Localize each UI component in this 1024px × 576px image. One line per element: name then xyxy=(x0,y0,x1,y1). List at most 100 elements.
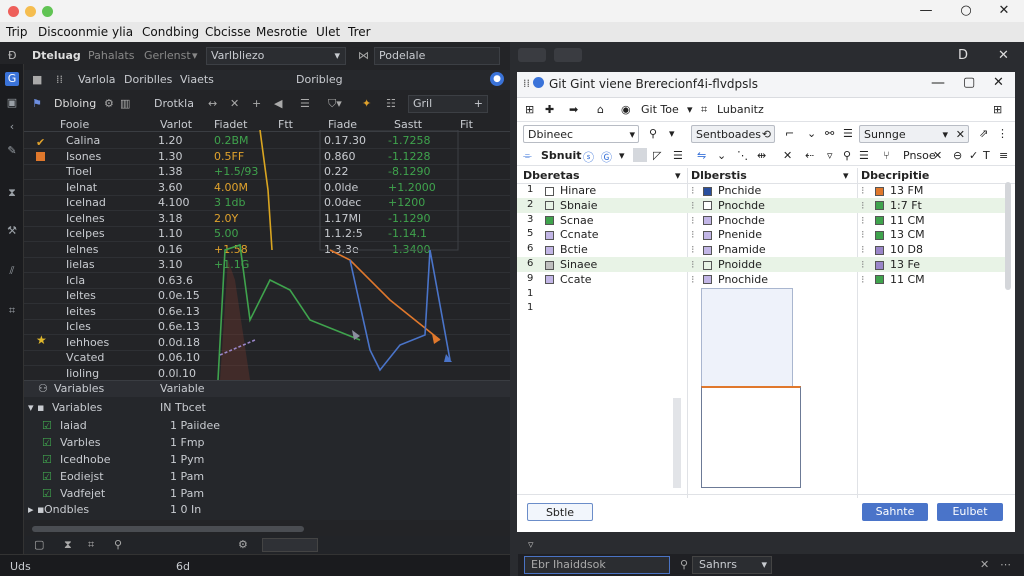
search-icon[interactable]: ⚲ xyxy=(680,558,688,571)
list-item[interactable]: Ccate xyxy=(545,273,592,286)
config-dropdown[interactable]: Varlbliezo ▾ xyxy=(206,47,346,65)
sort-dropdown[interactable]: Sunnge ▾ ✕ xyxy=(859,125,969,143)
arrow-left-icon[interactable]: ◀ xyxy=(274,97,282,110)
grid-icon[interactable]: ⊞ xyxy=(993,103,1002,116)
toolbar-label[interactable]: Pnsoe xyxy=(903,149,936,162)
toolbar-item[interactable]: Doriblles xyxy=(124,73,172,86)
branch-dropdown[interactable]: Dbineec ▾ xyxy=(523,125,639,143)
pin-icon[interactable]: ⚲ xyxy=(843,149,851,162)
drag-handle-icon[interactable]: ⁝ xyxy=(691,214,695,227)
list-item[interactable]: Sinaee xyxy=(545,258,597,271)
chevron-right-icon[interactable]: ▸ ▪ xyxy=(28,503,44,516)
menu-item[interactable]: Trer xyxy=(348,25,371,39)
list-item[interactable]: Bctie xyxy=(545,243,588,256)
column-header[interactable]: Dberetas xyxy=(523,169,580,182)
variable-name[interactable]: Varbles xyxy=(60,436,100,449)
files-icon[interactable]: ▣ xyxy=(5,96,19,110)
toolbar-label[interactable]: Lubanitz xyxy=(717,103,764,116)
list-item[interactable]: 10 D8 xyxy=(875,243,923,256)
zoom-traffic-light[interactable] xyxy=(42,6,53,17)
settings-icon[interactable]: ⋯ xyxy=(1000,558,1011,571)
drag-handle-icon[interactable]: ⁝ xyxy=(691,258,695,271)
pin-icon[interactable]: D xyxy=(958,48,968,63)
column-header[interactable]: Fooie xyxy=(60,118,89,131)
pin-icon[interactable]: ⚲ xyxy=(114,538,122,551)
variable-checkbox[interactable]: ☑ xyxy=(42,436,52,449)
close-icon[interactable]: ✕ xyxy=(998,48,1009,63)
tab-placeholder[interactable] xyxy=(518,48,546,62)
toolbar-item[interactable]: Doribleg xyxy=(296,73,343,86)
bookmark-icon[interactable]: ⚑ xyxy=(32,97,42,110)
arrow-right-icon[interactable]: ➡ xyxy=(569,103,578,116)
minimize-traffic-light[interactable] xyxy=(25,6,36,17)
grid-icon[interactable]: ⊞ xyxy=(525,103,534,116)
tag-icon[interactable]: ⌗ xyxy=(88,538,94,552)
explorer-icon[interactable]: G xyxy=(5,72,19,86)
globe-icon[interactable]: Ⓖ xyxy=(601,149,612,165)
chevron-down-icon[interactable]: ⌄ xyxy=(717,149,726,162)
vertical-scrollbar[interactable] xyxy=(673,398,681,488)
close-icon[interactable]: ✕ xyxy=(980,558,989,571)
menu-icon[interactable]: ≡ xyxy=(999,149,1008,162)
menu-item[interactable]: Mesrotie xyxy=(256,25,307,39)
add-icon[interactable]: + xyxy=(252,97,261,110)
variable-name[interactable]: Eodiejst xyxy=(60,470,104,483)
run-icon[interactable]: ⋈ xyxy=(358,49,369,62)
hash-icon[interactable]: ⌗ xyxy=(701,103,707,117)
route-icon[interactable]: ⌐ xyxy=(785,127,794,140)
branch-icon[interactable]: ⑂ xyxy=(883,149,890,162)
horizontal-scrollbar[interactable] xyxy=(32,526,304,532)
variable-checkbox[interactable]: ☑ xyxy=(42,470,52,483)
variable-checkbox[interactable]: ☑ xyxy=(42,453,52,466)
chevron-down-icon[interactable]: ⌄ xyxy=(807,127,816,140)
debug-icon[interactable]: ⧗ xyxy=(64,538,72,552)
chevron-down-icon[interactable]: ▾ ▪ xyxy=(28,401,44,414)
close-traffic-light[interactable] xyxy=(8,6,19,17)
menu-item[interactable]: Discoonmie xyxy=(38,25,108,39)
stop-icon[interactable]: ■ xyxy=(32,73,42,86)
tag-icon[interactable]: ⌗ xyxy=(5,304,19,318)
list-item[interactable]: Pnoidde xyxy=(703,258,762,271)
mode-dropdown[interactable]: Sahnrs ▾ xyxy=(692,556,772,574)
stop-icon[interactable] xyxy=(633,148,647,162)
list-item[interactable]: 13 CM xyxy=(875,228,925,241)
close-icon[interactable]: ✕ xyxy=(996,3,1012,19)
list-item[interactable]: Pnenide xyxy=(703,228,762,241)
list-item[interactable]: Ccnate xyxy=(545,228,599,241)
drag-handle-icon[interactable]: ⁝ xyxy=(861,228,865,241)
expand-icon[interactable]: ◸ xyxy=(653,149,661,162)
restore-icon[interactable]: ○ xyxy=(958,3,974,19)
settings-icon[interactable]: ⚙ xyxy=(238,538,248,551)
section-label[interactable]: Variables xyxy=(52,401,102,414)
minimize-icon[interactable]: — xyxy=(918,3,934,19)
debug-icon[interactable]: ⧗ xyxy=(5,186,19,200)
sort-icon[interactable]: ▾ xyxy=(675,169,681,182)
drag-handle-icon[interactable]: ⁝ xyxy=(691,184,695,197)
list-item[interactable]: Pnamide xyxy=(703,243,766,256)
drag-handle-icon[interactable]: ⁝ xyxy=(691,199,695,212)
sort-icon[interactable]: ▾ xyxy=(843,169,849,182)
variable-checkbox[interactable]: ☑ xyxy=(42,487,52,500)
close-icon[interactable]: ⇠ xyxy=(805,149,814,162)
column-header[interactable]: Dlberstis xyxy=(691,169,747,182)
add-icon[interactable]: ✚ xyxy=(545,103,554,116)
shield-icon[interactable]: ◉ xyxy=(621,103,631,116)
grid-icon[interactable]: ⁞⁞ xyxy=(56,73,63,86)
check-icon[interactable]: ✓ xyxy=(969,149,978,162)
variable-name[interactable]: Vadfejet xyxy=(60,487,105,500)
list-item[interactable]: 11 CM xyxy=(875,273,925,286)
cancel-button[interactable]: Eulbet xyxy=(937,503,1003,521)
drag-handle-icon[interactable]: ⁝ xyxy=(691,273,695,286)
menu-icon[interactable]: ☰ xyxy=(859,149,869,162)
list-item[interactable]: Pnochide xyxy=(703,273,768,286)
minimize-icon[interactable]: — xyxy=(931,75,945,91)
menu-item[interactable]: Condbing xyxy=(142,25,199,39)
tool-icon[interactable]: ⚒ xyxy=(5,224,19,238)
git-toe-label[interactable]: Git Toe xyxy=(641,103,679,116)
search-input[interactable]: Podelale xyxy=(374,47,500,65)
drag-handle-icon[interactable]: ⁝ xyxy=(861,243,865,256)
list-item[interactable]: Hinare xyxy=(545,184,596,197)
drag-handle-icon[interactable]: ⁝ xyxy=(861,184,865,197)
variable-checkbox[interactable]: ☑ xyxy=(42,419,52,432)
variable-name[interactable]: Iaiad xyxy=(60,419,87,432)
